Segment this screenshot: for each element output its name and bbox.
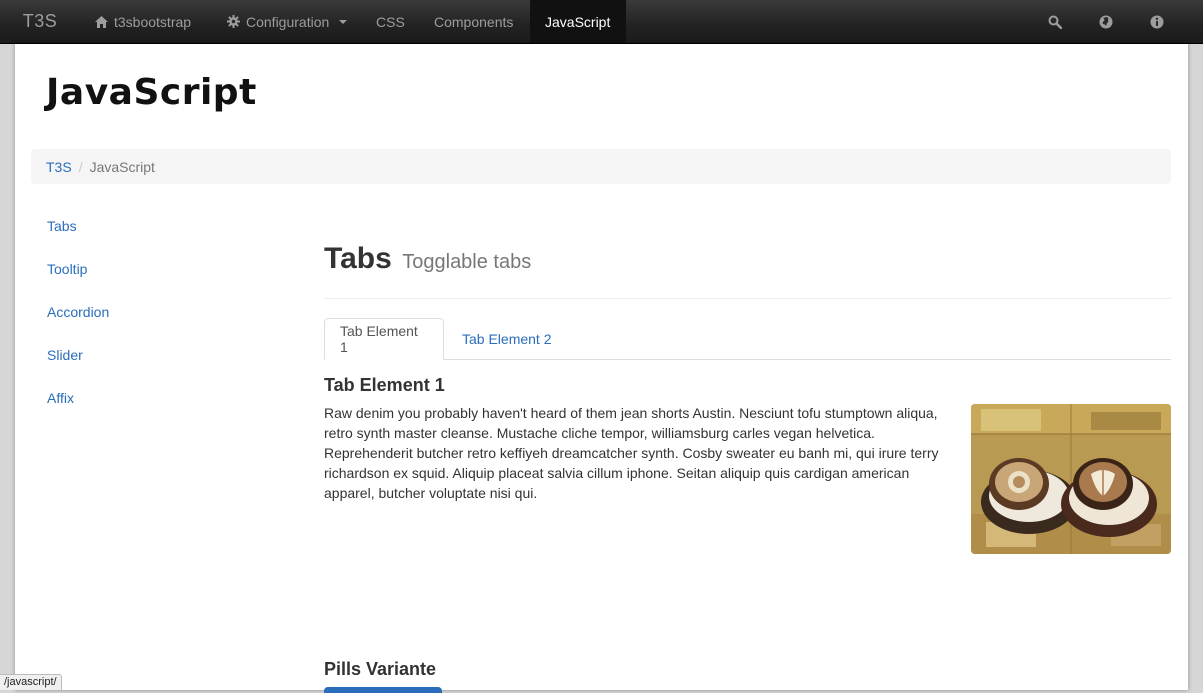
tab-element-1[interactable]: Tab Element 1 bbox=[324, 318, 444, 360]
info-button[interactable] bbox=[1137, 0, 1177, 43]
brand-link[interactable]: T3S bbox=[0, 0, 80, 43]
pill-tab[interactable] bbox=[324, 687, 442, 693]
nav-item-configuration[interactable]: Configuration bbox=[212, 0, 362, 43]
search-button[interactable] bbox=[1035, 0, 1075, 43]
page-title: JavaScript bbox=[46, 72, 257, 113]
sidenav-item-tabs[interactable]: Tabs bbox=[47, 214, 109, 257]
pills-heading: Pills Variante bbox=[324, 659, 437, 679]
home-icon bbox=[95, 15, 108, 28]
nav-item-label: JavaScript bbox=[545, 13, 611, 30]
side-navigation: Tabs Tooltip Accordion Slider Affix bbox=[47, 214, 109, 429]
search-icon bbox=[1048, 15, 1062, 29]
globe-icon bbox=[1099, 15, 1113, 28]
gear-icon bbox=[227, 15, 240, 28]
breadcrumb-current: JavaScript bbox=[89, 158, 155, 175]
section-heading: Tabs bbox=[324, 242, 392, 275]
pane-title: Tab Element 1 bbox=[324, 375, 445, 395]
nav-item-label: t3sbootstrap bbox=[114, 13, 192, 30]
sidenav-item-affix[interactable]: Affix bbox=[47, 386, 109, 429]
language-button[interactable] bbox=[1086, 0, 1126, 43]
breadcrumb-separator: / bbox=[78, 158, 83, 175]
section-subheading: Togglable tabs bbox=[402, 251, 532, 273]
breadcrumb: T3S / JavaScript bbox=[31, 149, 1171, 184]
sidenav-item-tooltip[interactable]: Tooltip bbox=[47, 257, 109, 300]
nav-item-label: Components bbox=[434, 13, 514, 30]
tab-bar: Tab Element 1 Tab Element 2 bbox=[324, 318, 1171, 360]
nav-item-t3sbootstrap[interactable]: t3sbootstrap bbox=[80, 0, 206, 43]
section-header: Tabs Togglable tabs bbox=[324, 242, 1171, 299]
nav-item-components[interactable]: Components bbox=[419, 0, 528, 43]
chevron-down-icon bbox=[339, 19, 348, 24]
sidenav-item-slider[interactable]: Slider bbox=[47, 343, 109, 386]
page-container: JavaScript T3S / JavaScript Tabs Tooltip… bbox=[15, 44, 1188, 693]
breadcrumb-home-link[interactable]: T3S bbox=[46, 159, 72, 175]
nav-item-css[interactable]: CSS bbox=[361, 0, 420, 43]
top-navbar: T3S t3sbootstrap Configuration CSS Compo… bbox=[0, 0, 1203, 44]
coffee-cups-photo bbox=[971, 404, 1171, 554]
nav-item-label: CSS bbox=[376, 13, 405, 30]
info-icon bbox=[1150, 15, 1164, 28]
status-url-bar: /javascript/ bbox=[0, 674, 62, 690]
pane-text: Raw denim you probably haven't heard of … bbox=[324, 405, 939, 501]
nav-item-javascript[interactable]: JavaScript bbox=[530, 0, 626, 43]
nav-item-label: Configuration bbox=[246, 13, 330, 30]
sidenav-item-accordion[interactable]: Accordion bbox=[47, 300, 109, 343]
tab-element-2[interactable]: Tab Element 2 bbox=[447, 318, 567, 359]
